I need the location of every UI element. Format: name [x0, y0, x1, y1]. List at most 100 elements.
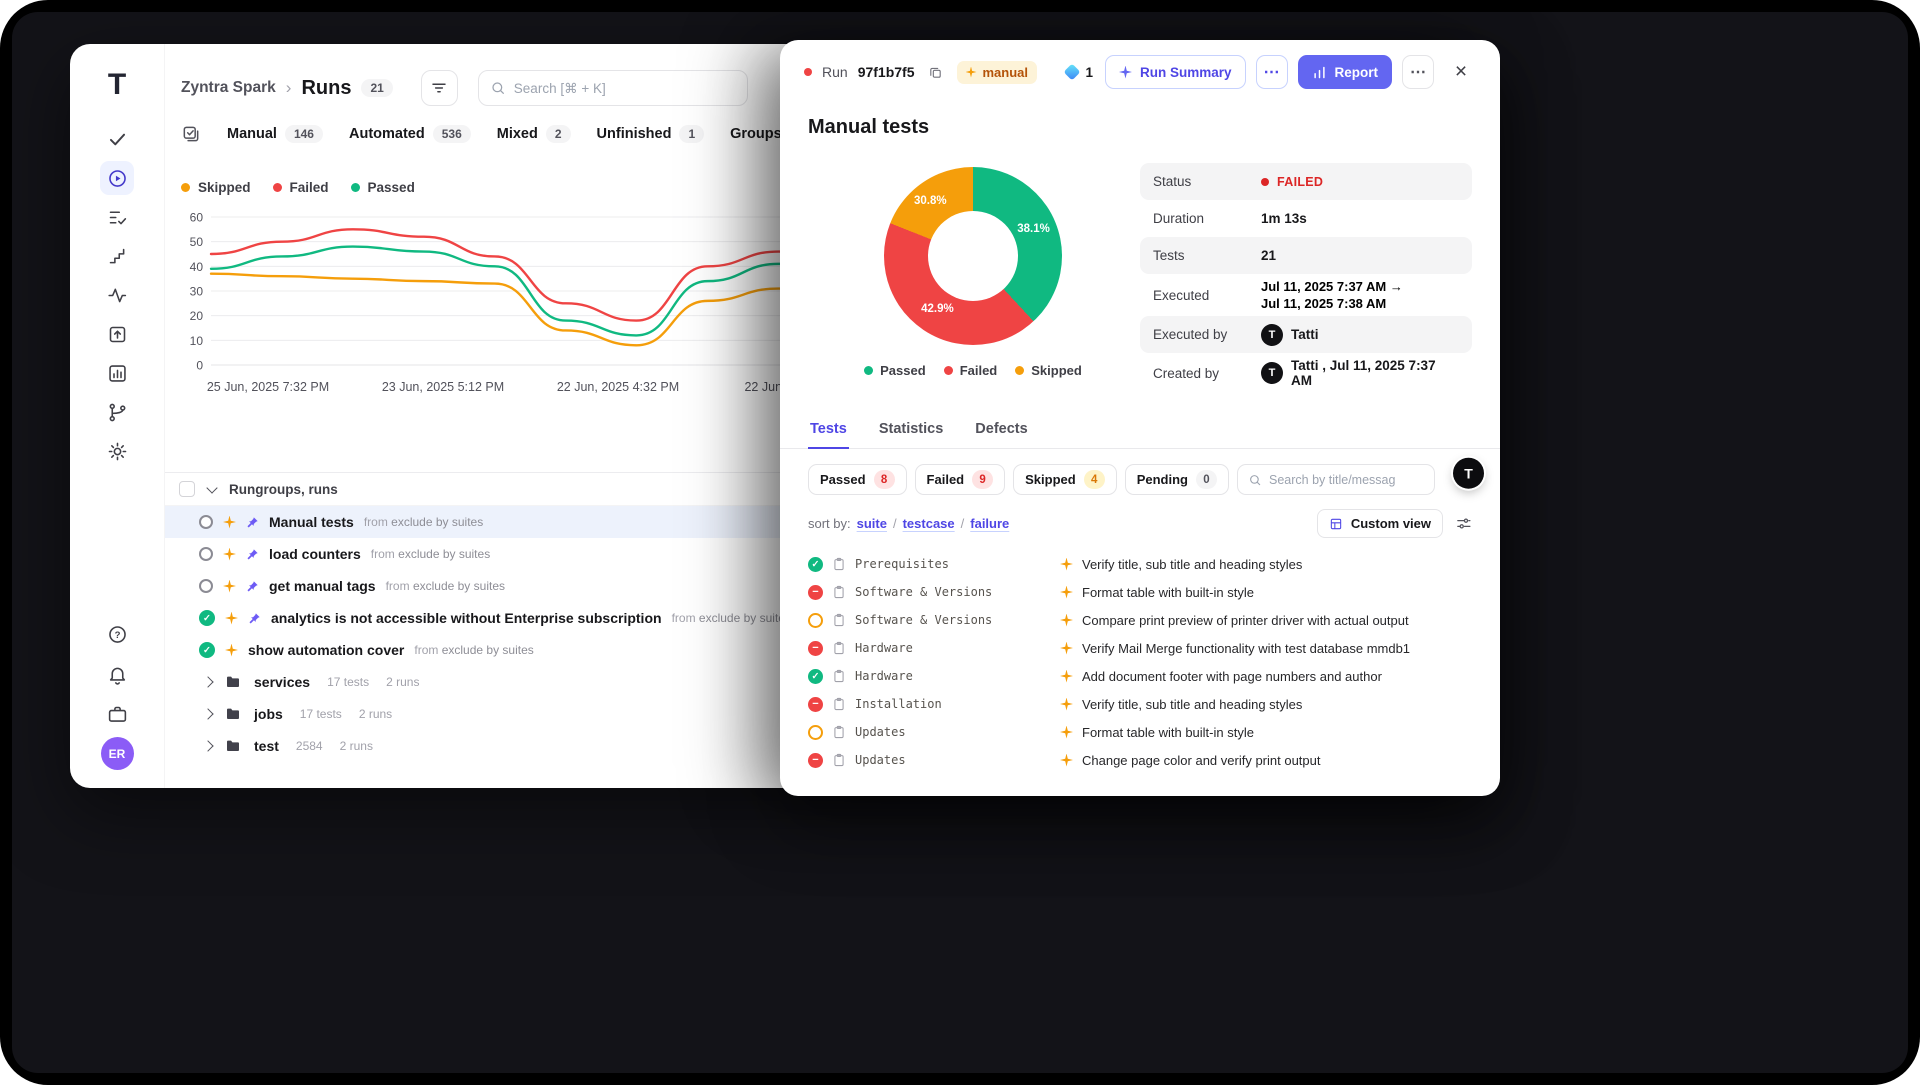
chevron-right-icon[interactable] [202, 740, 213, 751]
briefcase-icon[interactable] [100, 697, 134, 731]
test-title[interactable]: Compare print preview of printer driver … [1082, 613, 1409, 628]
sidebar-nav [100, 122, 134, 468]
chevron-right-icon[interactable] [202, 676, 213, 687]
test-search-input[interactable] [1269, 473, 1424, 487]
detail-row-status: Status FAILED [1140, 163, 1472, 200]
clipboard-icon [832, 753, 846, 767]
tab-automated[interactable]: Automated536 [349, 125, 471, 143]
table-icon [1329, 517, 1343, 531]
close-icon[interactable] [1446, 57, 1476, 87]
tab-statistics[interactable]: Statistics [877, 415, 945, 449]
breadcrumb-app[interactable]: Zyntra Spark [181, 79, 276, 97]
chevron-right-icon[interactable] [202, 708, 213, 719]
pin-icon[interactable] [246, 548, 259, 561]
executor-avatar[interactable]: T [1261, 324, 1283, 346]
sort-by-testcase[interactable]: testcase [903, 516, 955, 531]
folder-name[interactable]: services [254, 674, 310, 690]
pin-icon[interactable] [248, 612, 261, 625]
help-icon[interactable]: ? [100, 617, 134, 651]
test-row[interactable]: Hardware Verify Mail Merge functionality… [808, 634, 1472, 662]
suite-name[interactable]: Prerequisites [855, 557, 949, 571]
play-circle-icon[interactable] [100, 161, 134, 195]
adjustments-icon[interactable] [1455, 515, 1472, 532]
activity-icon[interactable] [100, 278, 134, 312]
page-title: Runs [301, 77, 351, 100]
filter-skipped[interactable]: Skipped4 [1013, 464, 1117, 495]
sort-by-suite[interactable]: suite [857, 516, 887, 531]
import-box-icon[interactable] [100, 317, 134, 351]
run-status-scheduled-icon [199, 515, 213, 529]
user-avatar[interactable]: ER [101, 737, 134, 770]
run-title[interactable]: get manual tags [269, 578, 376, 594]
pin-icon[interactable] [246, 516, 259, 529]
more-actions-button[interactable] [1402, 55, 1434, 89]
test-row[interactable]: Software & Versions Compare print previe… [808, 606, 1472, 634]
suite-name[interactable]: Hardware [855, 669, 913, 683]
check-icon[interactable] [100, 122, 134, 156]
bar-chart-icon[interactable] [100, 356, 134, 390]
folder-name[interactable]: jobs [254, 706, 283, 722]
tab-tests[interactable]: Tests [808, 415, 849, 449]
select-all-icon[interactable] [181, 124, 201, 144]
steps-icon[interactable] [100, 239, 134, 273]
tab-mixed[interactable]: Mixed2 [497, 125, 571, 143]
bell-icon[interactable] [100, 657, 134, 691]
summary-more-button[interactable] [1256, 55, 1288, 89]
suite-name[interactable]: Software & Versions [855, 585, 992, 599]
run-title[interactable]: analytics is not accessible without Ente… [271, 610, 662, 626]
filter-button[interactable] [421, 70, 458, 106]
status-dot [1261, 178, 1269, 186]
suite-name[interactable]: Software & Versions [855, 613, 992, 627]
test-row[interactable]: Software & Versions Format table with bu… [808, 578, 1472, 606]
app-logo[interactable]: T [108, 70, 126, 100]
assistant-widget-avatar[interactable]: T [1453, 458, 1484, 489]
suite-name[interactable]: Hardware [855, 641, 913, 655]
run-status-passed-icon [199, 642, 215, 658]
chevron-down-icon[interactable] [206, 482, 217, 493]
gear-icon[interactable] [100, 434, 134, 468]
test-title[interactable]: Add document footer with page numbers an… [1082, 669, 1382, 684]
test-title[interactable]: Verify title, sub title and heading styl… [1082, 697, 1302, 712]
test-title[interactable]: Verify title, sub title and heading styl… [1082, 557, 1302, 572]
run-title[interactable]: load counters [269, 546, 361, 562]
tab-manual[interactable]: Manual146 [227, 125, 323, 143]
test-row[interactable]: Installation Verify title, sub title and… [808, 690, 1472, 718]
filter-passed[interactable]: Passed8 [808, 464, 907, 495]
test-title[interactable]: Verify Mail Merge functionality with tes… [1082, 641, 1410, 656]
legend-passed[interactable]: Passed [351, 180, 415, 195]
sort-by-failure[interactable]: failure [970, 516, 1009, 531]
filter-failed[interactable]: Failed9 [915, 464, 1006, 495]
test-title[interactable]: Format table with built-in style [1082, 725, 1254, 740]
tab-defects[interactable]: Defects [973, 415, 1029, 449]
test-row[interactable]: Hardware Add document footer with page n… [808, 662, 1472, 690]
custom-view-button[interactable]: Custom view [1317, 509, 1443, 538]
pin-icon[interactable] [246, 580, 259, 593]
tab-unfinished[interactable]: Unfinished1 [597, 125, 705, 143]
legend-skipped[interactable]: Skipped [181, 180, 251, 195]
legend-failed[interactable]: Failed [273, 180, 329, 195]
run-title[interactable]: Manual tests [269, 514, 354, 530]
suite-name[interactable]: Installation [855, 697, 942, 711]
filter-pending[interactable]: Pending0 [1125, 464, 1229, 495]
test-title[interactable]: Format table with built-in style [1082, 585, 1254, 600]
suite-name[interactable]: Updates [855, 753, 906, 767]
run-summary-button[interactable]: Run Summary [1105, 55, 1246, 89]
folder-name[interactable]: test [254, 738, 279, 754]
suite-name[interactable]: Updates [855, 725, 906, 739]
branch-icon[interactable] [100, 395, 134, 429]
select-all-checkbox[interactable] [179, 481, 195, 497]
test-row[interactable]: Prerequisites Verify title, sub title an… [808, 550, 1472, 578]
search-input[interactable] [514, 81, 736, 96]
test-title[interactable]: Change page color and verify print outpu… [1082, 753, 1321, 768]
run-list-icon[interactable] [100, 200, 134, 234]
test-row[interactable]: Updates Format table with built-in style [808, 718, 1472, 746]
test-row[interactable]: Updates Change page color and verify pri… [808, 746, 1472, 774]
report-button[interactable]: Report [1298, 55, 1393, 89]
search-icon [1248, 473, 1262, 487]
creator-avatar[interactable]: T [1261, 362, 1283, 384]
drawer-header: Run 97f1b7f5 manual 1 Run Summary Report [780, 40, 1500, 104]
skipped-slice-label: 30.8% [914, 195, 947, 207]
ai-credits[interactable]: 1 [1066, 65, 1093, 80]
run-title[interactable]: show automation cover [248, 642, 404, 658]
copy-icon[interactable] [925, 61, 947, 83]
